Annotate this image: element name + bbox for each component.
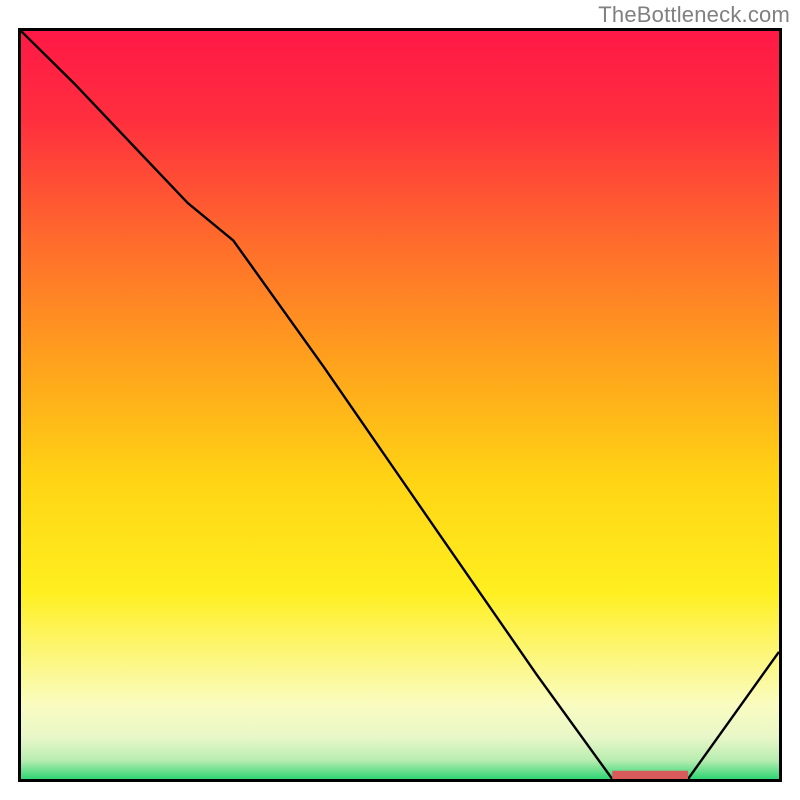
plot-area xyxy=(18,28,782,782)
plot-svg xyxy=(21,31,779,779)
watermark-text: TheBottleneck.com xyxy=(598,2,790,28)
flat-segment-marker xyxy=(612,771,688,779)
gradient-background xyxy=(21,31,779,779)
chart-stage: TheBottleneck.com xyxy=(0,0,800,800)
